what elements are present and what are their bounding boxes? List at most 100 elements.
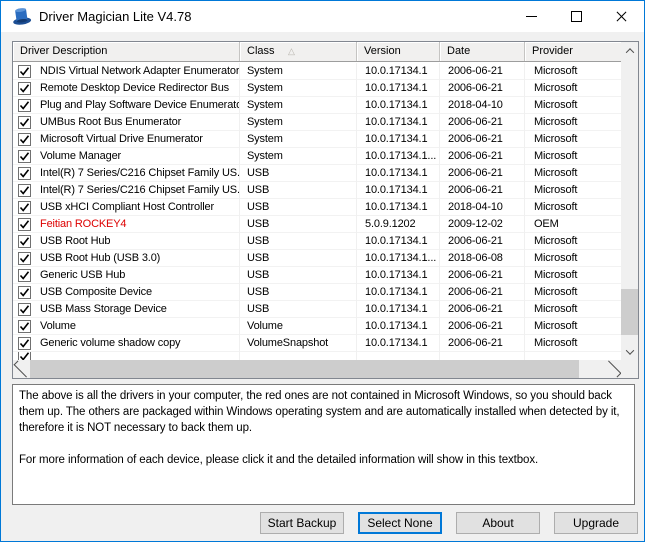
row-checkbox[interactable] xyxy=(18,337,31,350)
checkmark-icon xyxy=(19,219,30,230)
checkmark-icon xyxy=(19,134,30,145)
scroll-right-button[interactable] xyxy=(604,360,621,378)
date-cell: 2006-06-21 xyxy=(440,233,525,250)
row-checkbox[interactable] xyxy=(18,167,31,180)
date-cell: 2018-06-08 xyxy=(440,250,525,267)
provider-cell xyxy=(525,352,621,360)
horizontal-scrollbar-thumb[interactable] xyxy=(30,360,579,378)
info-paragraph-2: For more information of each device, ple… xyxy=(19,452,628,468)
row-checkbox[interactable] xyxy=(18,269,31,282)
date-cell: 2009-12-02 xyxy=(440,216,525,233)
column-header-driver-description[interactable]: Driver Description xyxy=(13,42,240,61)
scroll-down-button[interactable] xyxy=(621,343,638,360)
info-textbox[interactable]: The above is all the drivers in your com… xyxy=(12,384,635,505)
column-header-provider[interactable]: Provider xyxy=(525,42,621,61)
title-bar[interactable]: Driver Magician Lite V4.78 xyxy=(1,1,644,32)
version-cell: 10.0.17134.1 xyxy=(357,267,440,284)
date-cell: 2006-06-21 xyxy=(440,63,525,80)
version-cell xyxy=(357,352,440,360)
driver-description-cell: Generic volume shadow copy xyxy=(40,335,180,352)
row-checkbox[interactable] xyxy=(18,303,31,316)
row-checkbox[interactable] xyxy=(18,218,31,231)
table-row[interactable]: Intel(R) 7 Series/C216 Chipset Family US… xyxy=(13,182,621,199)
version-cell: 10.0.17134.1 xyxy=(357,97,440,114)
provider-cell: Microsoft xyxy=(525,233,621,250)
row-checkbox[interactable] xyxy=(18,352,31,360)
select-none-button[interactable]: Select None xyxy=(358,512,442,534)
table-row[interactable]: Volume Manager System 10.0.17134.1... 20… xyxy=(13,148,621,165)
close-button[interactable] xyxy=(599,1,644,32)
row-checkbox[interactable] xyxy=(18,184,31,197)
table-row[interactable]: USB Root Hub USB 10.0.17134.1 2006-06-21… xyxy=(13,233,621,250)
table-row[interactable]: USB Mass Storage Device USB 10.0.17134.1… xyxy=(13,301,621,318)
table-row[interactable]: Plug and Play Software Device Enumerator… xyxy=(13,97,621,114)
checkmark-icon xyxy=(19,236,30,247)
maximize-button[interactable] xyxy=(554,1,599,32)
table-row[interactable]: NDIS Virtual Network Adapter Enumerator … xyxy=(13,63,621,80)
scroll-up-button[interactable] xyxy=(621,42,638,59)
minimize-button[interactable] xyxy=(509,1,554,32)
class-cell: USB xyxy=(240,250,357,267)
about-button[interactable]: About xyxy=(456,512,540,534)
row-checkbox[interactable] xyxy=(18,252,31,265)
class-cell: System xyxy=(240,63,357,80)
row-checkbox[interactable] xyxy=(18,99,31,112)
table-row[interactable]: UMBus Root Bus Enumerator System 10.0.17… xyxy=(13,114,621,131)
horizontal-scrollbar[interactable] xyxy=(13,360,621,378)
version-cell: 5.0.9.1202 xyxy=(357,216,440,233)
row-checkbox[interactable] xyxy=(18,235,31,248)
table-row[interactable]: Volume Volume 10.0.17134.1 2006-06-21 Mi… xyxy=(13,318,621,335)
driver-description-cell: Plug and Play Software Device Enumerator xyxy=(40,97,240,114)
table-row[interactable]: Generic USB Hub USB 10.0.17134.1 2006-06… xyxy=(13,267,621,284)
chevron-left-icon xyxy=(13,361,30,378)
provider-cell: Microsoft xyxy=(525,182,621,199)
chevron-right-icon xyxy=(604,361,621,378)
class-cell: USB xyxy=(240,284,357,301)
column-header-class[interactable]: Class△ xyxy=(240,42,357,61)
version-cell: 10.0.17134.1 xyxy=(357,233,440,250)
vertical-scrollbar-thumb[interactable] xyxy=(621,289,638,335)
row-checkbox[interactable] xyxy=(18,320,31,333)
class-cell: USB xyxy=(240,182,357,199)
row-checkbox[interactable] xyxy=(18,286,31,299)
checkmark-icon xyxy=(19,352,30,360)
table-row[interactable]: Microsoft Virtual Drive Enumerator Syste… xyxy=(13,131,621,148)
version-cell: 10.0.17134.1... xyxy=(357,148,440,165)
table-row[interactable]: USB Root Hub (USB 3.0) USB 10.0.17134.1.… xyxy=(13,250,621,267)
row-checkbox[interactable] xyxy=(18,201,31,214)
checkmark-icon xyxy=(19,202,30,213)
row-checkbox[interactable] xyxy=(18,65,31,78)
scrollbar-corner xyxy=(621,360,638,378)
table-row[interactable]: Remote Desktop Device Redirector Bus Sys… xyxy=(13,80,621,97)
date-cell: 2006-06-21 xyxy=(440,131,525,148)
vertical-scrollbar[interactable] xyxy=(621,42,638,360)
column-header-date[interactable]: Date xyxy=(440,42,525,61)
chevron-up-icon xyxy=(625,48,633,56)
row-checkbox[interactable] xyxy=(18,133,31,146)
class-cell: System xyxy=(240,97,357,114)
provider-cell: OEM xyxy=(525,216,621,233)
table-row-partial[interactable] xyxy=(13,352,621,360)
driver-description-cell: Intel(R) 7 Series/C216 Chipset Family US… xyxy=(40,165,240,182)
class-cell: Volume xyxy=(240,318,357,335)
column-header-version[interactable]: Version xyxy=(357,42,440,61)
start-backup-button[interactable]: Start Backup xyxy=(260,512,344,534)
row-checkbox[interactable] xyxy=(18,82,31,95)
upgrade-button[interactable]: Upgrade xyxy=(554,512,638,534)
provider-cell: Microsoft xyxy=(525,148,621,165)
table-row[interactable]: USB xHCI Compliant Host Controller USB 1… xyxy=(13,199,621,216)
table-row[interactable]: Feitian ROCKEY4 USB 5.0.9.1202 2009-12-0… xyxy=(13,216,621,233)
row-checkbox[interactable] xyxy=(18,116,31,129)
scroll-left-button[interactable] xyxy=(13,360,30,378)
driver-description-cell: USB Root Hub xyxy=(40,233,110,250)
version-cell: 10.0.17134.1 xyxy=(357,131,440,148)
date-cell: 2006-06-21 xyxy=(440,165,525,182)
table-row[interactable]: Intel(R) 7 Series/C216 Chipset Family US… xyxy=(13,165,621,182)
info-paragraph-1: The above is all the drivers in your com… xyxy=(19,388,628,436)
table-row[interactable]: Generic volume shadow copy VolumeSnapsho… xyxy=(13,335,621,352)
table-row[interactable]: USB Composite Device USB 10.0.17134.1 20… xyxy=(13,284,621,301)
date-cell: 2006-06-21 xyxy=(440,284,525,301)
row-checkbox[interactable] xyxy=(18,150,31,163)
provider-cell: Microsoft xyxy=(525,165,621,182)
list-header: Driver Description Class△ Version Date P… xyxy=(13,42,638,62)
